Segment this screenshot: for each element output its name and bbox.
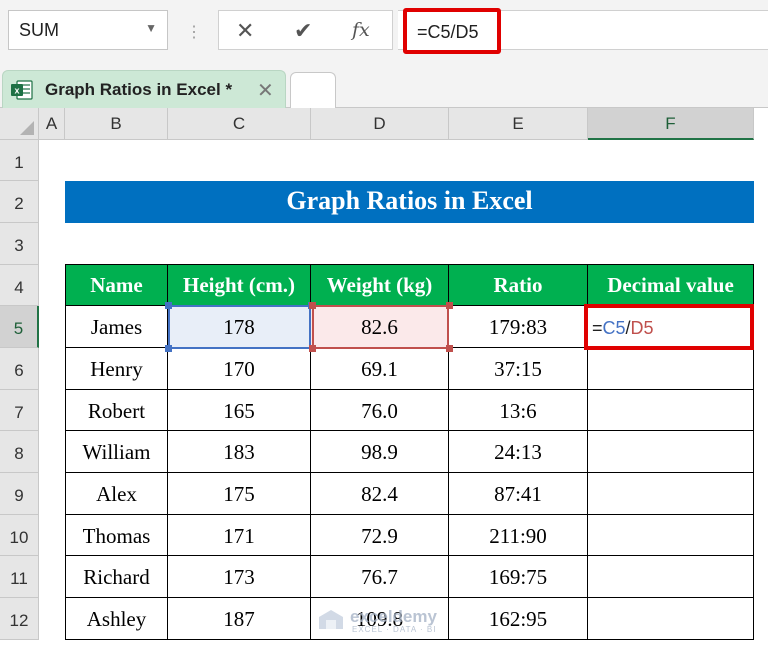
row-header-6[interactable]: 6 xyxy=(0,348,39,390)
cancel-icon[interactable]: ✕ xyxy=(236,18,254,44)
header-weight[interactable]: Weight (kg) xyxy=(311,265,449,306)
formula-buttons: ✕ ✔ fx xyxy=(218,10,393,50)
formula-bar-grip-icon: ⋮ xyxy=(186,24,203,41)
cell-decimal[interactable] xyxy=(588,473,754,515)
reference-outline-c5 xyxy=(168,305,311,349)
cell-weight[interactable]: 76.7 xyxy=(311,556,449,598)
cell-height[interactable]: 187 xyxy=(168,598,311,640)
row-header-9[interactable]: 9 xyxy=(0,473,39,515)
row-header-4[interactable]: 4 xyxy=(0,265,39,306)
row-header-5[interactable]: 5 xyxy=(0,306,39,348)
excel-file-icon: x xyxy=(11,80,33,100)
workbook-tab[interactable]: x Graph Ratios in Excel * ✕ xyxy=(2,70,286,108)
reference-outline-d5 xyxy=(312,305,449,349)
cell-height[interactable]: 183 xyxy=(168,431,311,473)
cell-decimal[interactable] xyxy=(588,556,754,598)
watermark-tagline: EXCEL · DATA · BI xyxy=(352,625,437,634)
header-height[interactable]: Height (cm.) xyxy=(168,265,311,306)
watermark: exceldemy EXCEL · DATA · BI xyxy=(318,607,468,637)
sheet-title-banner: Graph Ratios in Excel xyxy=(65,181,754,223)
column-header-e[interactable]: E xyxy=(449,108,588,140)
cell-name[interactable]: Thomas xyxy=(66,515,168,556)
cell-name[interactable]: Henry xyxy=(66,348,168,390)
cell-name[interactable]: James xyxy=(66,306,168,348)
cell-height[interactable]: 170 xyxy=(168,348,311,390)
resize-handle-icon[interactable] xyxy=(446,302,453,309)
header-decimal-value[interactable]: Decimal value xyxy=(588,265,754,306)
row-header-7[interactable]: 7 xyxy=(0,390,39,431)
enter-check-icon[interactable]: ✔ xyxy=(294,18,312,44)
exceldemy-logo-icon xyxy=(319,610,343,629)
row-header-2[interactable]: 2 xyxy=(0,181,39,223)
resize-handle-icon[interactable] xyxy=(309,345,316,352)
header-name[interactable]: Name xyxy=(66,265,168,306)
cell-weight[interactable]: 82.4 xyxy=(311,473,449,515)
cell-height[interactable]: 175 xyxy=(168,473,311,515)
cell-weight[interactable]: 98.9 xyxy=(311,431,449,473)
svg-text:x: x xyxy=(14,86,19,96)
tab-title: Graph Ratios in Excel * xyxy=(45,80,233,99)
row-header-3[interactable]: 3 xyxy=(0,223,39,265)
cell-height[interactable]: 165 xyxy=(168,390,311,431)
row-header-10[interactable]: 10 xyxy=(0,515,39,556)
watermark-name: exceldemy xyxy=(350,607,437,626)
chevron-down-icon[interactable]: ▼ xyxy=(145,21,157,35)
cell-ratio[interactable]: 162:95 xyxy=(449,598,588,640)
name-box-value: SUM xyxy=(19,20,59,40)
formula-ref-d5: D5 xyxy=(630,318,654,338)
formula-value: =C5/D5 xyxy=(417,22,479,42)
header-ratio[interactable]: Ratio xyxy=(449,265,588,306)
resize-handle-icon[interactable] xyxy=(446,345,453,352)
cell-ratio[interactable]: 24:13 xyxy=(449,431,588,473)
cell-name[interactable]: Alex xyxy=(66,473,168,515)
resize-handle-icon[interactable] xyxy=(165,302,172,309)
cell-decimal[interactable] xyxy=(588,348,754,390)
cell-ratio[interactable]: 169:75 xyxy=(449,556,588,598)
cell-decimal[interactable] xyxy=(588,598,754,640)
row-header-1[interactable]: 1 xyxy=(0,140,39,181)
resize-handle-icon[interactable] xyxy=(309,302,316,309)
column-header-b[interactable]: B xyxy=(65,108,168,140)
cell-ratio[interactable]: 87:41 xyxy=(449,473,588,515)
cell-decimal[interactable] xyxy=(588,390,754,431)
formula-ref-c5: C5 xyxy=(602,318,626,338)
formula-bar: SUM ▼ ⋮ ✕ ✔ fx =C5/D5 xyxy=(0,0,768,62)
row-header-11[interactable]: 11 xyxy=(0,556,39,598)
cell-ratio[interactable]: 179:83 xyxy=(449,306,588,348)
cell-ratio[interactable]: 37:15 xyxy=(449,348,588,390)
name-box[interactable]: SUM ▼ xyxy=(8,10,168,50)
cell-weight[interactable]: 69.1 xyxy=(311,348,449,390)
workbook-tab-strip: x Graph Ratios in Excel * ✕ xyxy=(0,62,768,108)
row-header-8[interactable]: 8 xyxy=(0,431,39,473)
column-header-a[interactable]: A xyxy=(39,108,65,140)
cell-height[interactable]: 171 xyxy=(168,515,311,556)
column-header-f[interactable]: F xyxy=(588,108,754,140)
cell-weight[interactable]: 72.9 xyxy=(311,515,449,556)
cell-name[interactable]: William xyxy=(66,431,168,473)
resize-handle-icon[interactable] xyxy=(165,345,172,352)
cell-ratio[interactable]: 13:6 xyxy=(449,390,588,431)
cell-name[interactable]: Richard xyxy=(66,556,168,598)
active-cell-f5-editor[interactable]: =C5/D5 xyxy=(584,304,754,350)
formula-text-highlight[interactable]: =C5/D5 xyxy=(403,8,501,54)
row-header-12[interactable]: 12 xyxy=(0,598,39,640)
cell-height[interactable]: 173 xyxy=(168,556,311,598)
cell-name[interactable]: Robert xyxy=(66,390,168,431)
formula-eq: = xyxy=(592,318,603,338)
cell-name[interactable]: Ashley xyxy=(66,598,168,640)
select-all-corner[interactable] xyxy=(0,108,39,140)
select-all-triangle-icon xyxy=(20,121,34,135)
cell-decimal[interactable] xyxy=(588,431,754,473)
column-header-c[interactable]: C xyxy=(168,108,311,140)
cell-ratio[interactable]: 211:90 xyxy=(449,515,588,556)
column-header-d[interactable]: D xyxy=(311,108,449,140)
close-icon[interactable]: ✕ xyxy=(257,78,274,103)
new-tab-button[interactable] xyxy=(290,72,336,108)
cell-decimal[interactable] xyxy=(588,515,754,556)
insert-function-icon[interactable]: fx xyxy=(352,19,370,41)
cell-weight[interactable]: 76.0 xyxy=(311,390,449,431)
